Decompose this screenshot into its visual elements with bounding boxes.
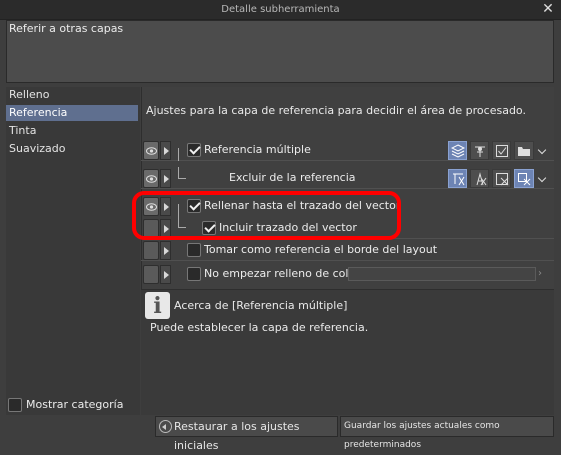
eye-icon[interactable] <box>143 141 159 160</box>
eye-icon[interactable] <box>143 241 159 260</box>
eye-icon[interactable] <box>143 169 159 188</box>
selected-layers-icon[interactable] <box>492 141 511 160</box>
reference-layer-icon[interactable] <box>470 141 489 160</box>
chevron-down-icon[interactable] <box>536 141 549 160</box>
highlight-outline <box>132 191 401 240</box>
borde-layout-checkbox[interactable] <box>187 243 201 257</box>
color-margin-slider[interactable] <box>348 267 536 281</box>
info-icon: i <box>145 292 170 319</box>
show-category-label: Mostrar categoría <box>26 398 124 411</box>
all-layers-icon[interactable] <box>448 141 467 160</box>
category-item-relleno[interactable]: Relleno <box>6 87 138 103</box>
category-item-tinta[interactable]: Tinta <box>6 123 138 139</box>
info-text: Puede establecer la capa de referencia. <box>150 321 369 334</box>
category-list: Relleno Referencia Tinta Suavizado <box>6 87 140 415</box>
expand-arrow-icon[interactable] <box>160 169 171 188</box>
row-excluir-referencia: Excluir de la referencia <box>141 167 554 189</box>
chevron-right-icon[interactable]: › <box>538 268 548 280</box>
exclude-paper-icon[interactable] <box>492 169 511 188</box>
borde-layout-label: Tomar como referencia el borde del layou… <box>204 243 438 256</box>
restore-defaults-button[interactable]: Restaurar a los ajustes iniciales <box>155 416 338 452</box>
show-category-option[interactable]: Mostrar categoría <box>8 397 140 413</box>
subtool-name-field[interactable]: Referir a otras capas <box>6 20 554 83</box>
panel-description: Ajustes para la capa de referencia para … <box>146 104 526 117</box>
chevron-down-icon[interactable] <box>536 169 549 188</box>
exclude-layer-icon[interactable] <box>514 169 534 188</box>
no-empezar-relleno-checkbox[interactable] <box>187 267 201 281</box>
title-bar: Detalle subherramienta ✕ <box>0 0 561 20</box>
tree-line <box>178 148 179 161</box>
expand-arrow-icon[interactable] <box>160 265 171 284</box>
show-category-checkbox[interactable] <box>8 398 22 412</box>
subtool-name-value: Referir a otras capas <box>9 22 124 35</box>
tree-line <box>178 167 186 179</box>
excluir-referencia-label: Excluir de la referencia <box>229 171 356 184</box>
save-as-default-label: Guardar los ajustes actuales como predet… <box>344 421 500 450</box>
info-title: Acerca de [Referencia múltiple] <box>174 299 348 312</box>
exclude-edit-icon[interactable] <box>470 169 489 188</box>
expand-arrow-icon[interactable] <box>160 241 171 260</box>
restore-defaults-label: Restaurar a los ajustes iniciales <box>174 420 300 452</box>
referencia-multiple-label: Referencia múltiple <box>204 143 311 156</box>
window-title: Detalle subherramienta <box>221 4 340 15</box>
no-empezar-relleno-label: No empezar relleno de color <box>204 267 360 280</box>
exclude-text-icon[interactable] <box>448 169 467 188</box>
row-referencia-multiple: Referencia múltiple <box>141 139 554 161</box>
close-icon[interactable]: ✕ <box>541 2 555 16</box>
category-item-referencia[interactable]: Referencia <box>6 105 138 121</box>
folder-icon[interactable] <box>514 141 534 160</box>
row-borde-layout: Tomar como referencia el borde del layou… <box>141 239 554 261</box>
referencia-multiple-checkbox[interactable] <box>187 143 201 157</box>
restore-icon <box>159 420 172 433</box>
save-as-default-button[interactable]: Guardar los ajustes actuales como predet… <box>340 416 554 450</box>
eye-icon[interactable] <box>143 265 159 284</box>
expand-arrow-icon[interactable] <box>160 141 171 160</box>
category-item-suavizado[interactable]: Suavizado <box>6 141 138 157</box>
